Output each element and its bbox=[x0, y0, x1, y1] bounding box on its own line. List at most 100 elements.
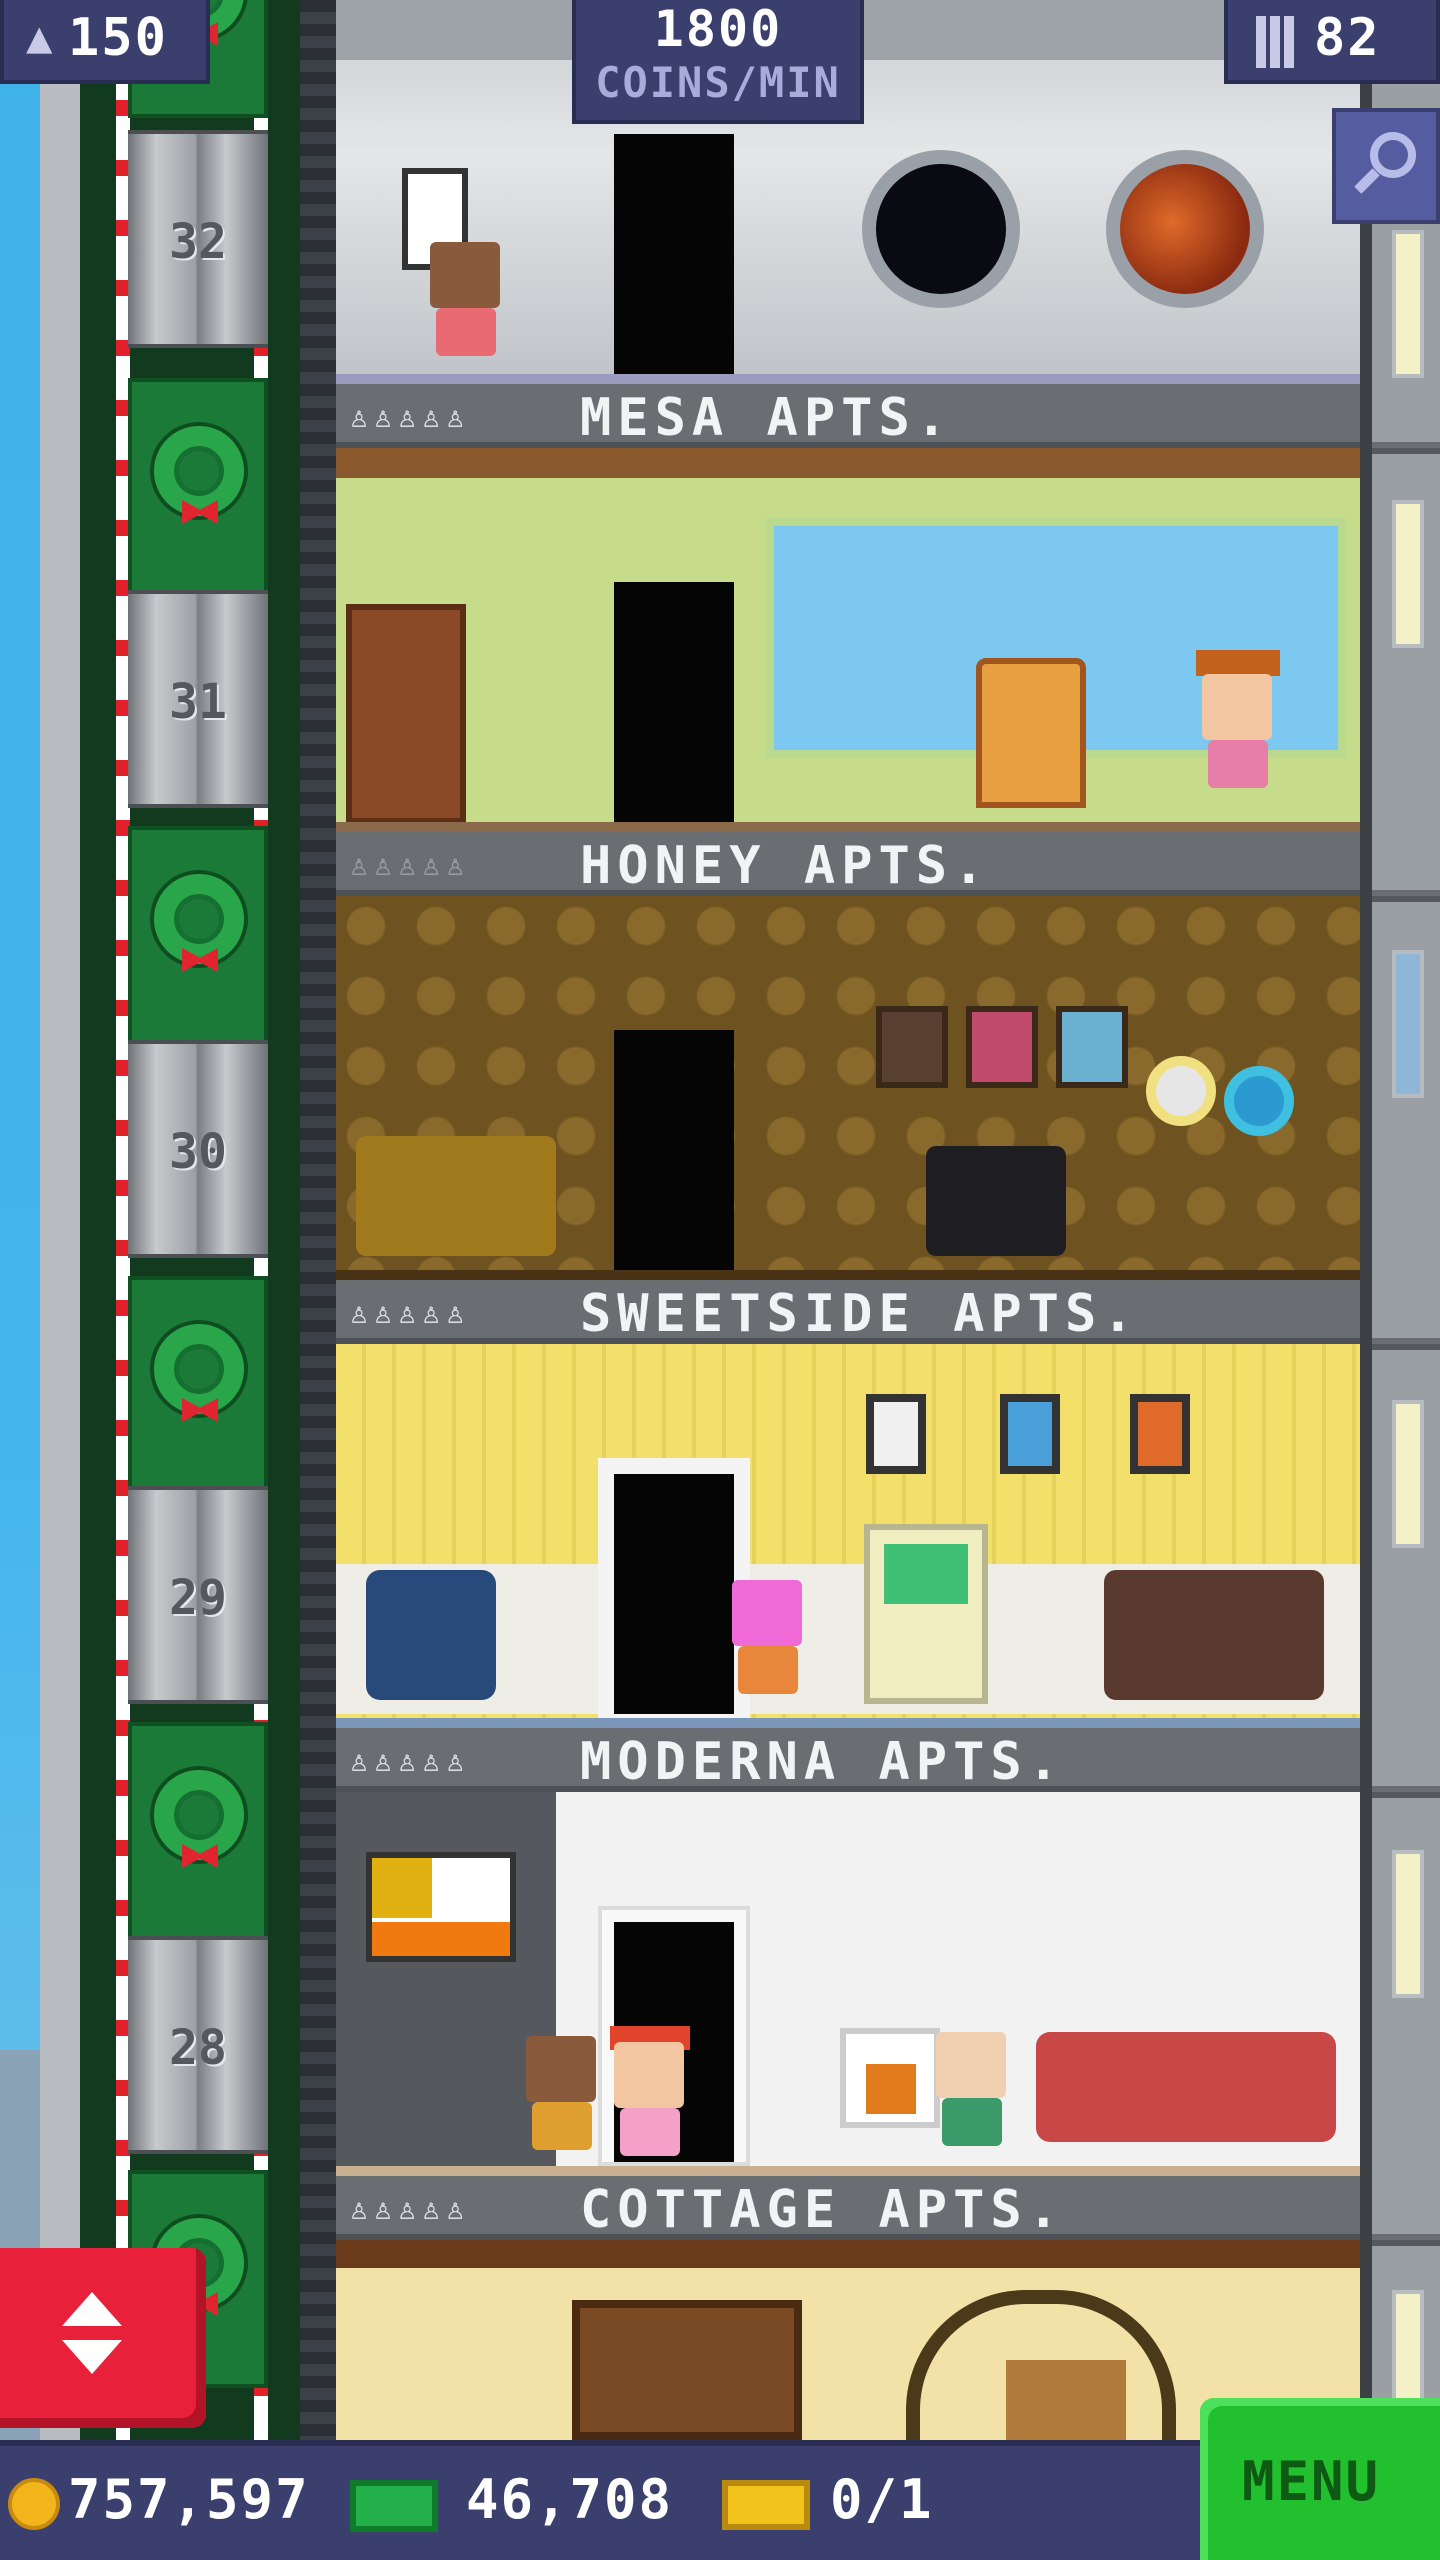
magnifier-icon bbox=[1370, 132, 1416, 178]
floor-name: MESA APTS. bbox=[580, 388, 954, 448]
elevator-floor-number: 32 bbox=[169, 214, 227, 270]
porthole-space bbox=[862, 150, 1020, 308]
resident-head bbox=[732, 1580, 802, 1646]
sofa bbox=[1036, 2032, 1336, 2142]
floor-honey-apts[interactable]: ♙♙♙♙♙ HONEY APTS. bbox=[336, 832, 1360, 1280]
floor-label-bar: ♙♙♙♙♙ HONEY APTS. bbox=[336, 832, 1360, 896]
room-interior bbox=[336, 1344, 1360, 1728]
floor-name: MODERNA APTS. bbox=[580, 1732, 1065, 1792]
wreath-icon bbox=[154, 1770, 244, 1860]
resident-body bbox=[738, 1646, 798, 1694]
floor-count-value: 82 bbox=[1314, 8, 1381, 68]
fireplace bbox=[840, 2028, 940, 2128]
resident-count-icons: ♙♙♙♙♙ bbox=[350, 1744, 471, 1779]
floor-counter[interactable]: 82 bbox=[1224, 0, 1440, 84]
resident-head bbox=[936, 2032, 1006, 2098]
picture-frame bbox=[866, 1394, 926, 1474]
hat-icon bbox=[1196, 650, 1280, 676]
wreath-tile bbox=[128, 826, 268, 1044]
wreath-tile bbox=[128, 1722, 268, 1940]
wreath-icon bbox=[154, 874, 244, 964]
elevator-car-floor-29[interactable]: 29 bbox=[128, 1486, 268, 1704]
resident-head bbox=[430, 242, 500, 308]
wreath-tile bbox=[128, 1276, 268, 1494]
fireplace bbox=[572, 2300, 802, 2440]
elevator-up-down-button[interactable] bbox=[0, 2248, 206, 2428]
flower-icon bbox=[1146, 1056, 1216, 1126]
bux-icon bbox=[350, 2480, 438, 2532]
painting-orange-block bbox=[372, 1922, 510, 1956]
population-icon: ▲ bbox=[26, 12, 53, 63]
coins-per-minute-label: COINS/MIN bbox=[595, 58, 841, 107]
fire-icon bbox=[866, 2064, 916, 2114]
elevator-floor-number: 28 bbox=[169, 2020, 227, 2076]
side-window bbox=[1392, 1850, 1424, 1998]
elevator-car-floor-31[interactable]: 31 bbox=[128, 590, 268, 808]
room-door bbox=[614, 1030, 734, 1270]
picture-frame bbox=[1130, 1394, 1190, 1474]
room-interior bbox=[336, 448, 1360, 832]
sofa bbox=[1104, 1570, 1324, 1700]
floor-name: HONEY APTS. bbox=[580, 836, 991, 896]
resident-count-icons: ♙♙♙♙♙ bbox=[350, 400, 471, 435]
floor-line bbox=[336, 374, 1360, 384]
room-door bbox=[614, 1474, 734, 1714]
coins-per-minute-value: 1800 bbox=[653, 0, 783, 58]
floor-label-bar: ♙♙♙♙♙ MESA APTS. bbox=[336, 384, 1360, 448]
menu-button[interactable]: MENU bbox=[1200, 2398, 1440, 2560]
armchair bbox=[366, 1570, 496, 1700]
resident-body bbox=[532, 2102, 592, 2150]
floor-line bbox=[336, 2166, 1360, 2176]
elevator-shaft-wall bbox=[40, 0, 80, 2440]
menu-label: MENU bbox=[1242, 2450, 1381, 2513]
picture-frame bbox=[876, 1006, 948, 1088]
bux-value: 46,708 bbox=[466, 2468, 674, 2531]
floor-moderna-apts[interactable]: ♙♙♙♙♙ MODERNA APTS. bbox=[336, 1728, 1360, 2176]
side-window bbox=[1392, 950, 1424, 1098]
floor-label-bar: ♙♙♙♙♙ MODERNA APTS. bbox=[336, 1728, 1360, 1792]
arrow-down-icon bbox=[62, 2340, 122, 2374]
elevator-car-floor-30[interactable]: 30 bbox=[128, 1040, 268, 1258]
floor-sweetside-apts[interactable]: ♙♙♙♙♙ SWEETSIDE APTS. bbox=[336, 1280, 1360, 1728]
coin-icon bbox=[8, 2478, 60, 2530]
floor-line bbox=[336, 822, 1360, 832]
room-interior bbox=[336, 896, 1360, 1280]
elevator-car-floor-32[interactable]: 32 bbox=[128, 130, 268, 348]
picture-frame bbox=[966, 1006, 1038, 1088]
arcade-screen bbox=[884, 1544, 968, 1604]
mondrian-painting bbox=[366, 1852, 516, 1962]
floor-line bbox=[336, 1270, 1360, 1280]
room-interior bbox=[336, 1792, 1360, 2176]
armchair bbox=[976, 658, 1086, 808]
sofa bbox=[356, 1136, 556, 1256]
coins-value: 757,597 bbox=[68, 2468, 310, 2531]
resident-body bbox=[1208, 740, 1268, 788]
population-counter[interactable]: ▲ 150 bbox=[0, 0, 210, 84]
floor-mesa-apts[interactable]: ♙♙♙♙♙ MESA APTS. bbox=[336, 384, 1360, 832]
resident-body bbox=[436, 308, 496, 356]
arcade-machine bbox=[864, 1524, 988, 1704]
building-icon bbox=[1256, 16, 1296, 68]
resident-head bbox=[1202, 674, 1272, 740]
elevator-floor-number: 29 bbox=[169, 1570, 227, 1626]
cabinet bbox=[1006, 2360, 1126, 2440]
picture-frame bbox=[1000, 1394, 1060, 1474]
ceiling-beam bbox=[336, 2240, 1360, 2268]
resident-count-icons: ♙♙♙♙♙ bbox=[350, 2192, 471, 2227]
magnifier-handle bbox=[1354, 168, 1380, 194]
room-door bbox=[614, 582, 734, 822]
resident-body bbox=[620, 2108, 680, 2156]
floor-line bbox=[336, 1718, 1360, 1728]
side-window bbox=[1392, 230, 1424, 378]
floor-name: COTTAGE APTS. bbox=[580, 2180, 1065, 2240]
armchair bbox=[926, 1146, 1066, 1256]
elevator-floor-number: 31 bbox=[169, 674, 227, 730]
zoom-button[interactable] bbox=[1332, 108, 1440, 224]
elevator-floor-number: 30 bbox=[169, 1124, 227, 1180]
elevator-car-floor-28[interactable]: 28 bbox=[128, 1936, 268, 2154]
bookshelf bbox=[346, 604, 466, 824]
coins-per-minute-display: 1800 COINS/MIN bbox=[572, 0, 864, 124]
resident-count-icons: ♙♙♙♙♙ bbox=[350, 1296, 471, 1331]
building-edge bbox=[1360, 0, 1372, 2440]
population-value: 150 bbox=[68, 8, 168, 68]
